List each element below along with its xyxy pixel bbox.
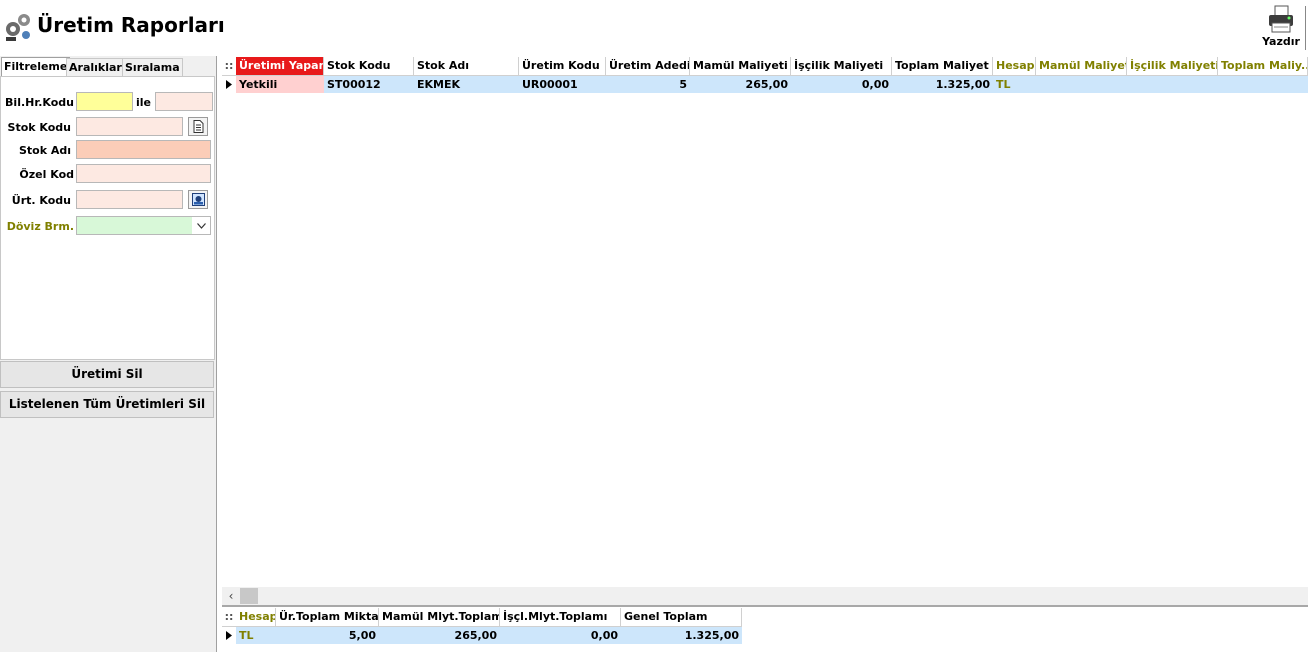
summary-row-pointer-icon	[222, 627, 236, 644]
document-icon	[193, 120, 203, 133]
cell-uretim-adedi[interactable]: 5	[606, 76, 690, 93]
title-bar: Üretim Raporları Yazdır	[0, 0, 1308, 56]
urt-kodu-label: Ürt. Kodu	[11, 194, 71, 207]
cell-iscilik-maliyeti-doviz[interactable]	[1127, 76, 1218, 93]
summary-col-iscilik-toplami[interactable]: İşçl.Mlyt.Toplamı	[500, 608, 621, 626]
col-uretim-kodu[interactable]: Üretim Kodu	[519, 57, 606, 75]
summary-grid-header: :: Hesap Ür.Toplam Miktar Mamül Mlyt.Top…	[222, 608, 742, 627]
cell-toplam-maliyet-doviz[interactable]	[1218, 76, 1308, 93]
cell-stok-adi[interactable]: EKMEK	[414, 76, 519, 93]
grid-header-indicator: ::	[224, 59, 234, 72]
delete-all-listed-button[interactable]: Listelenen Tüm Üretimleri Sil	[0, 391, 214, 418]
summary-cell-iscilik-toplami[interactable]: 0,00	[500, 627, 621, 644]
picture-icon	[191, 193, 205, 206]
summary-header-indicator: ::	[224, 610, 234, 623]
summary-col-toplam-miktar[interactable]: Ür.Toplam Miktar	[276, 608, 379, 626]
cell-iscilik-maliyeti[interactable]: 0,00	[791, 76, 892, 93]
cell-uretim-kodu[interactable]: UR00001	[519, 76, 606, 93]
print-button[interactable]: Yazdır	[1258, 2, 1304, 52]
page-title: Üretim Raporları	[37, 13, 225, 37]
bil-hr-kodu-to-field[interactable]	[155, 92, 213, 111]
cell-hesap[interactable]: TL	[993, 76, 1036, 93]
bil-hr-kodu-from-field[interactable]	[76, 92, 133, 111]
col-toplam-maliyet-doviz[interactable]: Toplam Maliy...	[1218, 57, 1308, 75]
printer-icon	[1269, 5, 1293, 33]
filter-tabs: Filtreleme Aralıklar Sıralama	[0, 57, 216, 78]
cell-mamul-maliyeti[interactable]: 265,00	[690, 76, 791, 93]
col-uretim-adedi[interactable]: Üretim Adedi	[606, 57, 690, 75]
summary-row[interactable]: TL 5,00 265,00 0,00 1.325,00	[222, 627, 742, 644]
row-pointer-icon	[222, 76, 236, 93]
tab-araliklar[interactable]: Aralıklar	[66, 58, 125, 77]
summary-col-genel-toplam[interactable]: Genel Toplam	[621, 608, 742, 626]
col-toplam-maliyet[interactable]: Toplam Maliyet	[892, 57, 993, 75]
doviz-brm-select[interactable]	[76, 216, 211, 235]
gears-icon	[4, 9, 34, 43]
scroll-left-icon[interactable]: ‹	[222, 587, 240, 605]
col-iscilik-maliyeti[interactable]: İşçilik Maliyeti	[791, 57, 892, 75]
urt-kodu-lookup-button[interactable]	[188, 190, 208, 209]
filter-form: Bil.Hr.Kodu ile Stok Kodu Stok Adı Özel …	[0, 76, 215, 360]
doviz-brm-label: Döviz Brm.	[6, 220, 74, 233]
summary-cell-mamul-toplami[interactable]: 265,00	[379, 627, 500, 644]
summary-cell-toplam-miktar[interactable]: 5,00	[276, 627, 379, 644]
production-grid: :: Üretimi Yapan Stok Kodu Stok Adı Üret…	[222, 57, 1308, 605]
urt-kodu-field[interactable]	[76, 190, 183, 209]
col-stok-kodu[interactable]: Stok Kodu	[324, 57, 414, 75]
horizontal-scrollbar[interactable]: ‹	[222, 587, 1308, 605]
stok-kodu-lookup-button[interactable]	[188, 117, 208, 136]
bil-hr-kodu-label: Bil.Hr.Kodu	[5, 96, 74, 109]
stok-adi-field[interactable]	[76, 140, 211, 159]
col-stok-adi[interactable]: Stok Adı	[414, 57, 519, 75]
col-uretimi-yapan[interactable]: Üretimi Yapan	[236, 57, 324, 75]
delete-production-button[interactable]: Üretimi Sil	[0, 361, 214, 388]
print-label: Yazdır	[1262, 35, 1300, 48]
tab-siralama[interactable]: Sıralama	[122, 58, 183, 77]
filter-panel: Filtreleme Aralıklar Sıralama Bil.Hr.Kod…	[0, 56, 217, 652]
col-mamul-maliyeti-doviz[interactable]: Mamül Maliyeti	[1036, 57, 1127, 75]
tab-filtreleme[interactable]: Filtreleme	[1, 57, 71, 78]
cell-stok-kodu[interactable]: ST00012	[324, 76, 414, 93]
col-mamul-maliyeti[interactable]: Mamül Maliyeti	[690, 57, 791, 75]
ozel-kod-field[interactable]	[76, 164, 211, 183]
chevron-down-icon[interactable]	[192, 217, 210, 234]
cell-mamul-maliyeti-doviz[interactable]	[1036, 76, 1127, 93]
grid-header: :: Üretimi Yapan Stok Kodu Stok Adı Üret…	[222, 57, 1308, 76]
ozel-kod-label: Özel Kod	[19, 168, 74, 181]
col-hesap[interactable]: Hesap	[993, 57, 1036, 75]
stok-kodu-label: Stok Kodu	[7, 121, 71, 134]
table-row[interactable]: Yetkili ST00012 EKMEK UR00001 5 265,00 0…	[222, 76, 1308, 93]
col-iscilik-maliyeti-doviz[interactable]: İşçilik Maliyeti	[1127, 57, 1218, 75]
cell-toplam-maliyet[interactable]: 1.325,00	[892, 76, 993, 93]
summary-cell-genel-toplam[interactable]: 1.325,00	[621, 627, 742, 644]
summary-col-hesap[interactable]: Hesap	[236, 608, 276, 626]
ile-label: ile	[136, 96, 152, 109]
summary-col-mamul-toplami[interactable]: Mamül Mlyt.Toplamı	[379, 608, 500, 626]
stok-kodu-field[interactable]	[76, 117, 183, 136]
stok-adi-label: Stok Adı	[18, 144, 71, 157]
toolbar-divider	[1305, 6, 1306, 50]
scroll-thumb[interactable]	[240, 588, 258, 604]
cell-uretimi-yapan[interactable]: Yetkili	[236, 76, 324, 93]
summary-cell-hesap[interactable]: TL	[236, 627, 276, 644]
summary-grid: :: Hesap Ür.Toplam Miktar Mamül Mlyt.Top…	[222, 607, 1308, 652]
